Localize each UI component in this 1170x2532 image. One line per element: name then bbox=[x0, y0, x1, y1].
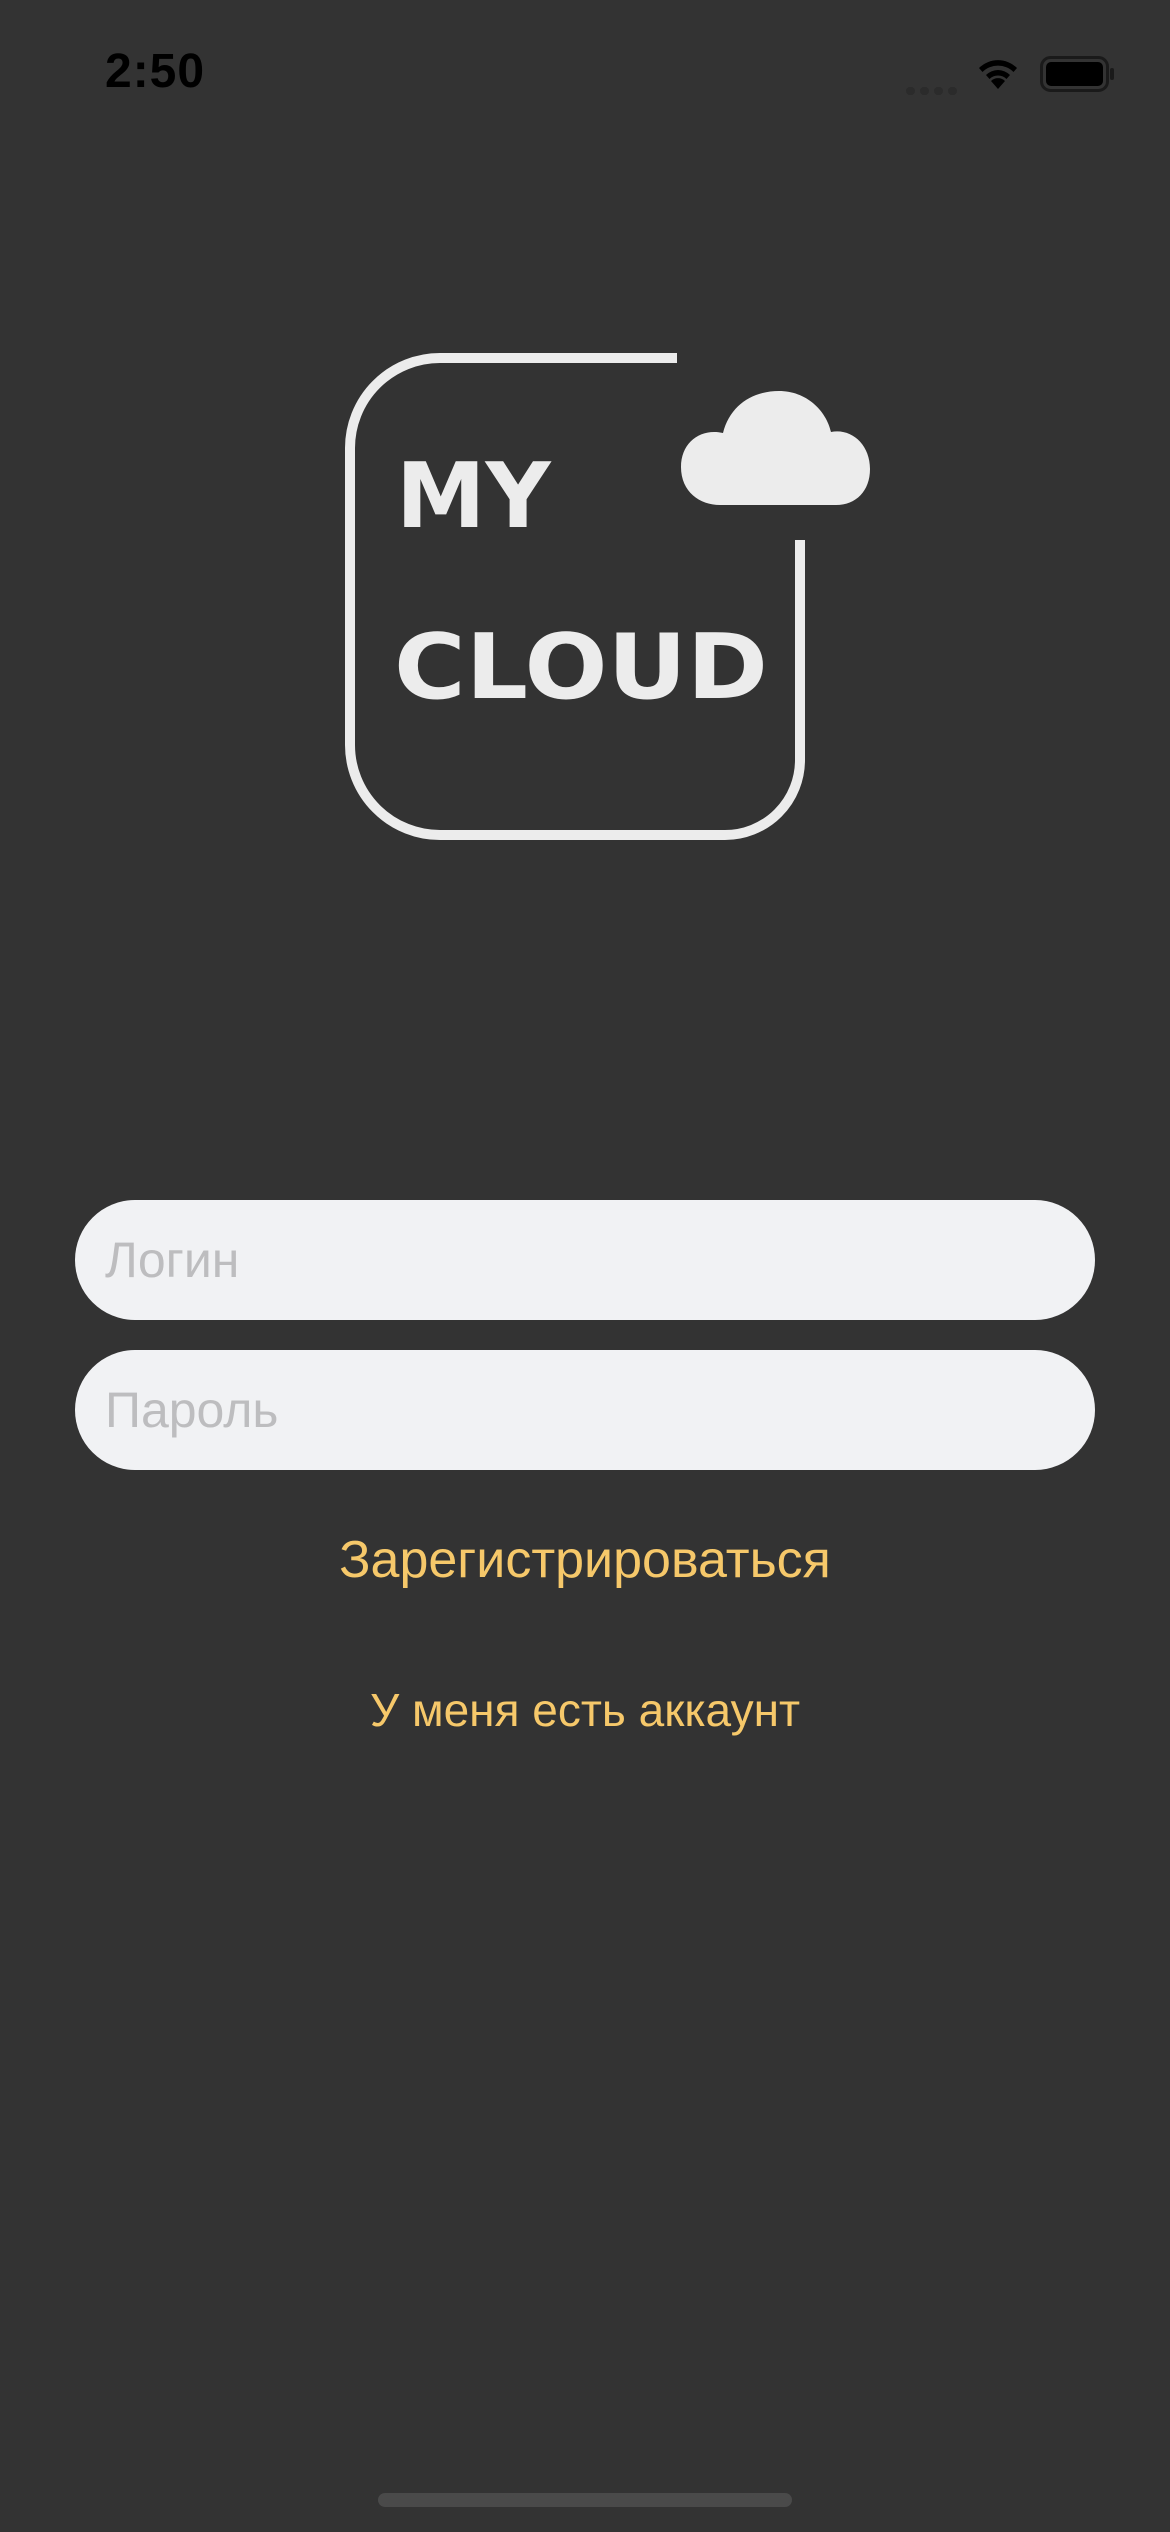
wifi-icon bbox=[979, 60, 1017, 89]
password-input[interactable] bbox=[105, 1350, 1065, 1470]
have-account-button[interactable]: У меня есть аккаунт bbox=[0, 1678, 1170, 1742]
my-cloud-logo: MY CLOUD bbox=[345, 353, 870, 840]
cloud-icon bbox=[681, 391, 870, 505]
home-indicator[interactable] bbox=[378, 2493, 792, 2507]
cellular-signal-icon bbox=[906, 82, 962, 95]
battery-icon bbox=[1040, 56, 1114, 92]
status-bar: 2:50 bbox=[0, 0, 1170, 150]
register-button[interactable]: Зарегистрироваться bbox=[0, 1525, 1170, 1595]
password-field[interactable] bbox=[75, 1350, 1095, 1470]
status-time: 2:50 bbox=[105, 45, 206, 98]
logo-text-my: MY bbox=[396, 444, 553, 549]
login-input[interactable] bbox=[105, 1200, 1065, 1320]
login-field[interactable] bbox=[75, 1200, 1095, 1320]
logo-text-cloud: CLOUD bbox=[394, 615, 768, 720]
